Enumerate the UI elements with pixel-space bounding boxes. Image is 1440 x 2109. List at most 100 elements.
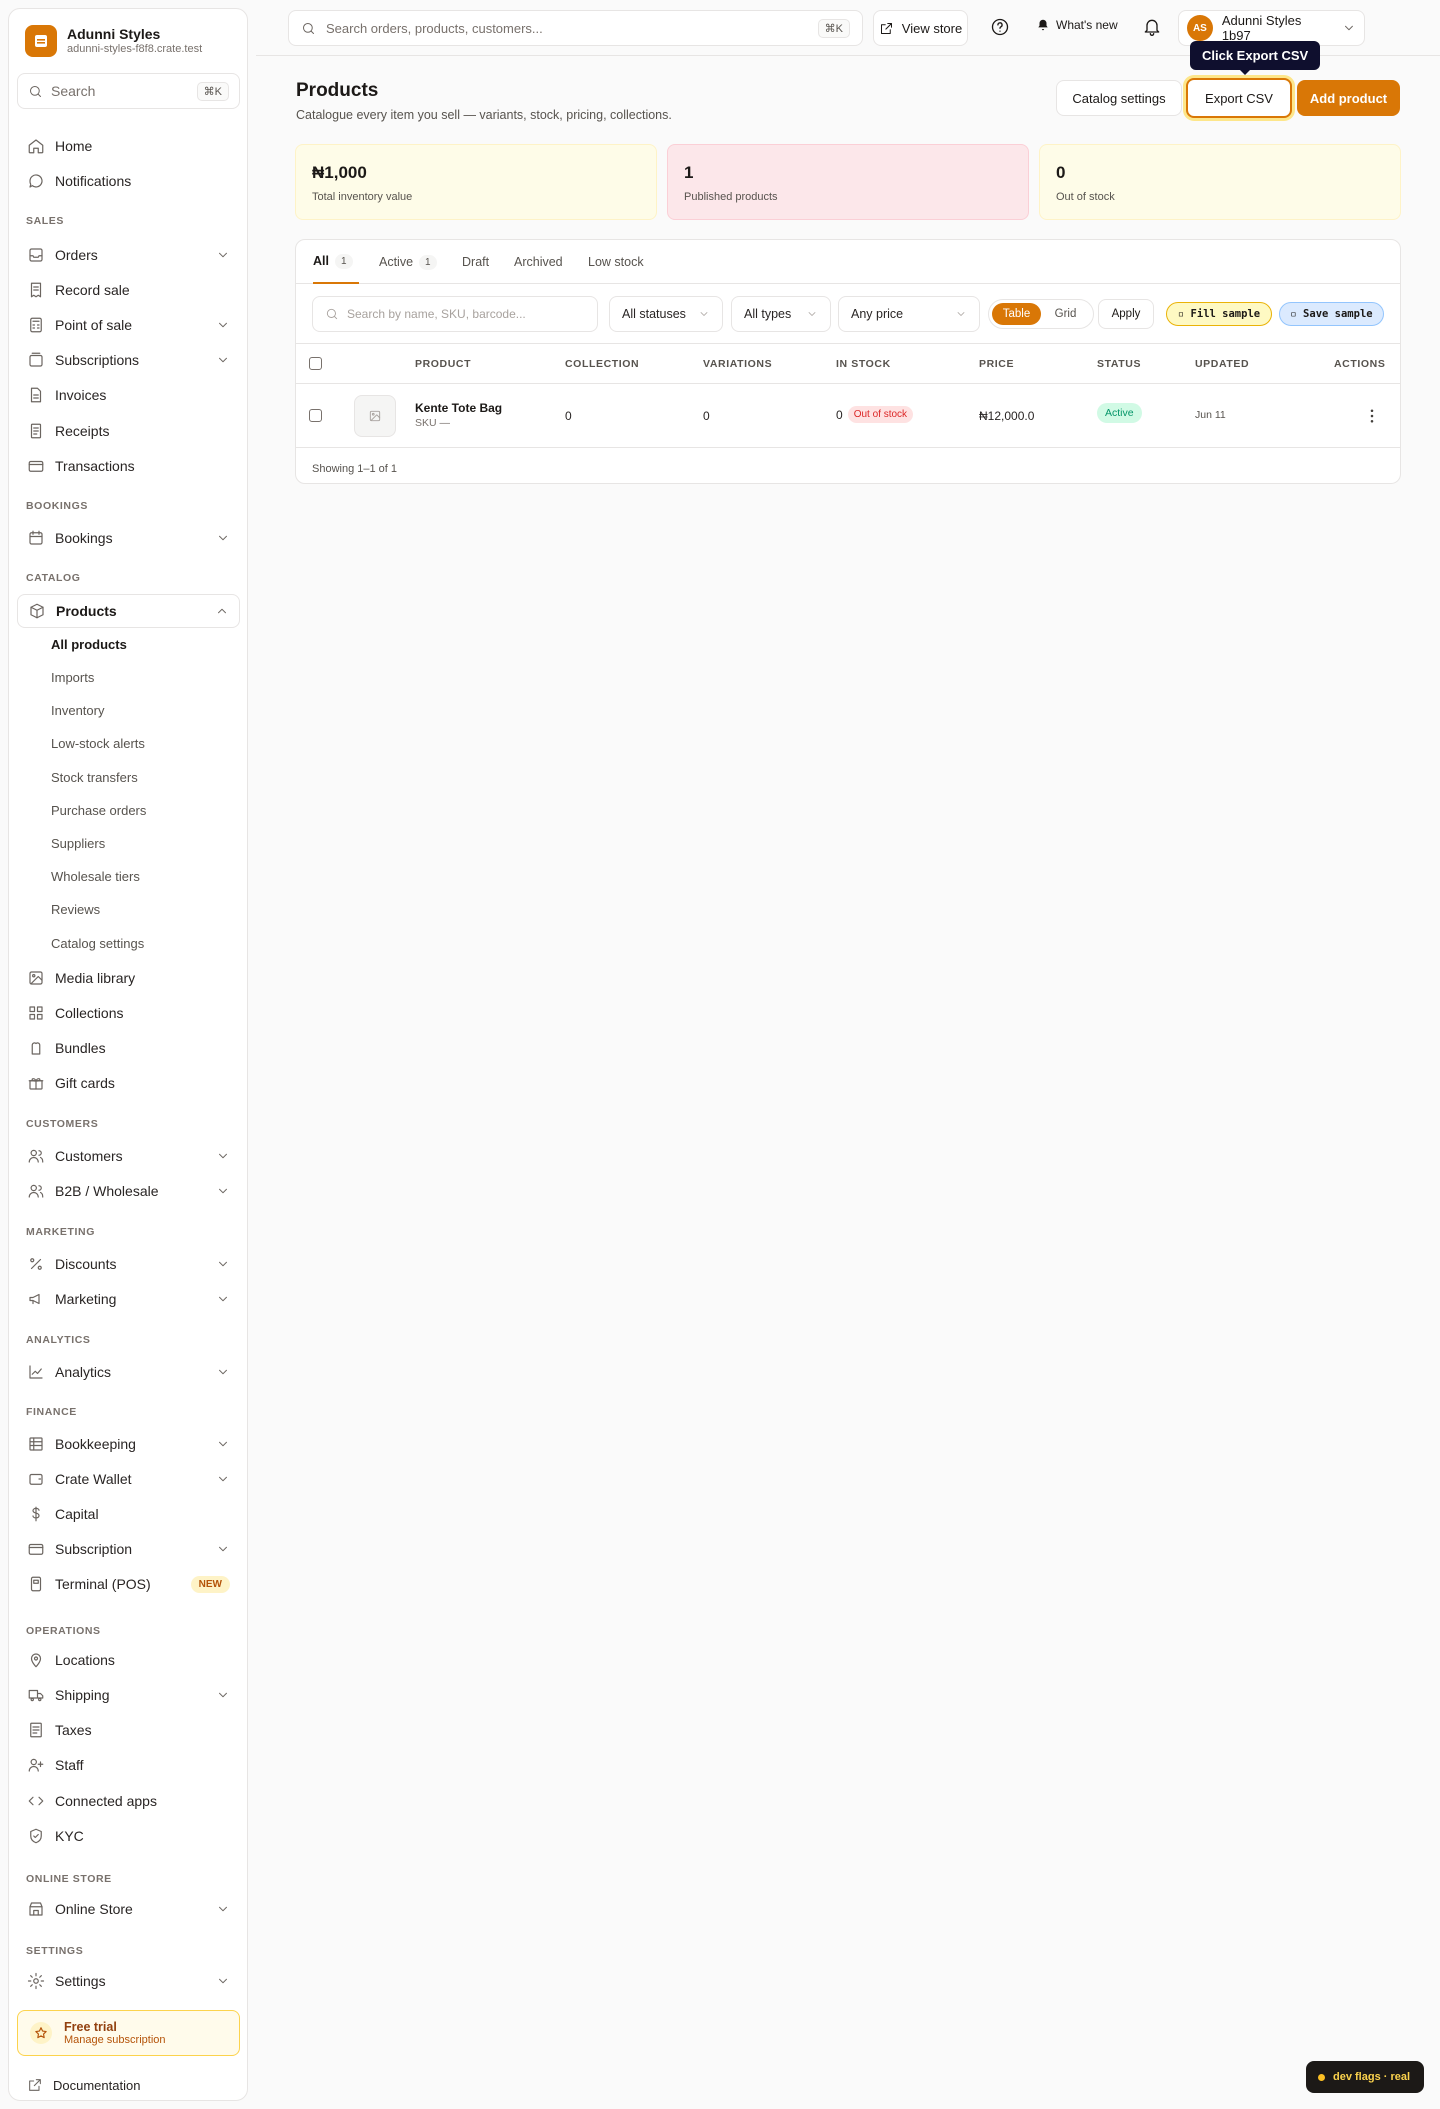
sidebar-subitem-reviews[interactable]: Reviews bbox=[51, 902, 100, 917]
product-name-link[interactable]: Kente Tote Bag bbox=[415, 401, 502, 415]
column-header-price[interactable]: PRICE bbox=[979, 358, 1014, 370]
sidebar-item-locations[interactable]: Locations bbox=[17, 1643, 240, 1677]
sidebar-subitem-purchase-orders[interactable]: Purchase orders bbox=[51, 803, 146, 818]
map-pin-icon bbox=[30, 1653, 42, 1668]
notifications-bell-icon[interactable] bbox=[1142, 17, 1162, 37]
sidebar-item-crate-wallet[interactable]: Crate Wallet bbox=[17, 1462, 240, 1496]
page-subtitle: Catalogue every item you sell — variants… bbox=[296, 108, 672, 122]
fill-sample-button[interactable]: ▫ Fill sample bbox=[1166, 302, 1272, 326]
sidebar-item-taxes[interactable]: Taxes bbox=[17, 1713, 240, 1747]
sidebar-subitem-stock-transfers[interactable]: Stock transfers bbox=[51, 770, 138, 785]
sidebar-item-bookkeeping[interactable]: Bookkeeping bbox=[17, 1427, 240, 1461]
sidebar-item-bookings[interactable]: Bookings bbox=[17, 521, 240, 555]
sidebar-item-products[interactable]: Products bbox=[17, 594, 240, 628]
sidebar-search[interactable]: Search ⌘K bbox=[17, 73, 240, 109]
column-header-status[interactable]: STATUS bbox=[1097, 358, 1141, 370]
sidebar-subitem-wholesale-tiers[interactable]: Wholesale tiers bbox=[51, 869, 140, 884]
sidebar-item-customers[interactable]: Customers bbox=[17, 1139, 240, 1173]
sidebar-item-b2b-wholesale[interactable]: B2B / Wholesale bbox=[17, 1174, 240, 1208]
sidebar-item-staff[interactable]: Staff bbox=[17, 1748, 240, 1782]
sidebar-item-home[interactable]: Home bbox=[17, 129, 240, 163]
sidebar-item-marketing[interactable]: Marketing bbox=[17, 1282, 240, 1316]
sidebar-item-orders[interactable]: Orders bbox=[17, 238, 240, 272]
column-header-collection[interactable]: COLLECTION bbox=[565, 358, 639, 370]
table-row[interactable]: Kente Tote Bag SKU — 0 0 0 Out of stock … bbox=[296, 384, 1400, 448]
tab-all[interactable]: All 1 bbox=[313, 240, 359, 284]
sidebar-item-discounts[interactable]: Discounts bbox=[17, 1247, 240, 1281]
sidebar-item-shipping[interactable]: Shipping bbox=[17, 1678, 240, 1712]
sidebar-item-kyc[interactable]: KYC bbox=[17, 1819, 240, 1853]
column-header-variations[interactable]: VARIATIONS bbox=[703, 358, 772, 370]
documentation-link[interactable]: Documentation bbox=[27, 2077, 140, 2093]
sidebar-item-transactions[interactable]: Transactions bbox=[17, 449, 240, 483]
global-search-input[interactable]: Search orders, products, customers... ⌘K bbox=[288, 10, 863, 46]
sidebar-subitem-suppliers[interactable]: Suppliers bbox=[51, 836, 105, 851]
sidebar-subitem-catalog-settings[interactable]: Catalog settings bbox=[51, 936, 144, 951]
cell-status: Active bbox=[1097, 403, 1142, 423]
sidebar-item-gift-cards[interactable]: Gift cards bbox=[17, 1066, 240, 1100]
sidebar-item-subscriptions[interactable]: Subscriptions bbox=[17, 343, 240, 377]
free-trial-card[interactable]: Free trial Manage subscription bbox=[17, 2010, 240, 2056]
sidebar-item-capital[interactable]: Capital bbox=[17, 1497, 240, 1531]
type-filter-select[interactable]: All types bbox=[731, 296, 831, 332]
sidebar-item-record-sale[interactable]: Record sale bbox=[17, 273, 240, 307]
column-header-updated[interactable]: UPDATED bbox=[1195, 358, 1249, 370]
sidebar-item-terminal-pos[interactable]: Terminal (POS) NEW bbox=[17, 1567, 240, 1601]
tab-active[interactable]: Active 1 bbox=[379, 240, 437, 284]
dev-flags-badge[interactable]: dev flags · real bbox=[1306, 2061, 1424, 2093]
sidebar-subitem-inventory[interactable]: Inventory bbox=[51, 703, 104, 718]
sidebar-subitem-low-stock-alerts[interactable]: Low-stock alerts bbox=[51, 736, 145, 751]
sidebar-item-bundles[interactable]: Bundles bbox=[17, 1031, 240, 1065]
more-actions-icon[interactable] bbox=[1360, 404, 1384, 428]
row-checkbox[interactable] bbox=[309, 409, 322, 422]
column-header-product[interactable]: PRODUCT bbox=[415, 358, 471, 370]
hint-tooltip: Click Export CSV bbox=[1190, 41, 1321, 75]
price-filter-select[interactable]: Any price bbox=[838, 296, 980, 332]
sidebar-item-analytics[interactable]: Analytics bbox=[17, 1355, 240, 1389]
view-store-button[interactable]: View store bbox=[873, 10, 968, 46]
column-header-in-stock[interactable]: IN STOCK bbox=[836, 358, 891, 370]
view-table-button[interactable]: Table bbox=[992, 303, 1041, 325]
status-badge: Active bbox=[1097, 403, 1142, 423]
brand[interactable]: Adunni Styles adunni-styles-f8f8.crate.t… bbox=[25, 25, 202, 57]
image-placeholder-icon bbox=[369, 410, 381, 422]
sidebar-item-media-library[interactable]: Media library bbox=[17, 961, 240, 995]
sidebar-item-invoices[interactable]: Invoices bbox=[17, 378, 240, 412]
sidebar-item-subscription[interactable]: Subscription bbox=[17, 1532, 240, 1566]
tab-label: Low stock bbox=[588, 255, 644, 269]
sidebar-item-settings[interactable]: Settings bbox=[17, 1964, 240, 1998]
account-name: Adunni Styles 1b97 bbox=[1221, 13, 1302, 43]
export-csv-button[interactable]: Export CSV bbox=[1186, 78, 1292, 118]
chevron-down-icon bbox=[219, 1441, 227, 1447]
sidebar-item-label: Products bbox=[56, 603, 117, 619]
sidebar-subitem-imports[interactable]: Imports bbox=[51, 670, 94, 685]
manage-subscription-link[interactable]: Manage subscription bbox=[64, 2034, 166, 2046]
page-title: Products bbox=[296, 80, 379, 101]
sidebar-item-receipts[interactable]: Receipts bbox=[17, 414, 240, 448]
sidebar-item-online-store[interactable]: Online Store bbox=[17, 1892, 240, 1926]
sidebar-item-notifications[interactable]: Notifications bbox=[17, 164, 240, 198]
save-sample-button[interactable]: ▫ Save sample bbox=[1279, 302, 1384, 326]
view-grid-button[interactable]: Grid bbox=[1041, 303, 1090, 325]
sidebar-subitem-all-products[interactable]: All products bbox=[51, 637, 127, 652]
whats-new-button[interactable]: What's new bbox=[1036, 18, 1118, 32]
product-search-input[interactable]: Search by name, SKU, barcode... bbox=[312, 296, 598, 332]
tab-label: Archived bbox=[514, 255, 563, 269]
tab-draft[interactable]: Draft bbox=[462, 240, 489, 284]
stat-label: Total inventory value bbox=[312, 191, 413, 203]
sidebar-item-connected-apps[interactable]: Connected apps bbox=[17, 1784, 240, 1818]
apply-filters-button[interactable]: Apply bbox=[1098, 299, 1154, 329]
tab-low-stock[interactable]: Low stock bbox=[588, 240, 644, 284]
tab-label: Draft bbox=[462, 255, 490, 269]
catalog-settings-button[interactable]: Catalog settings bbox=[1056, 80, 1182, 116]
sidebar-item-point-of-sale[interactable]: Point of sale bbox=[17, 308, 240, 342]
chevron-down-icon bbox=[219, 1369, 227, 1375]
gift-icon bbox=[28, 1078, 44, 1090]
box-icon bbox=[30, 603, 44, 619]
status-filter-select[interactable]: All statuses bbox=[609, 296, 723, 332]
help-icon[interactable] bbox=[990, 17, 1010, 37]
tab-archived[interactable]: Archived bbox=[514, 240, 563, 284]
sidebar-item-collections[interactable]: Collections bbox=[17, 996, 240, 1030]
select-all-checkbox[interactable] bbox=[309, 357, 322, 370]
add-product-button[interactable]: Add product bbox=[1297, 80, 1400, 116]
